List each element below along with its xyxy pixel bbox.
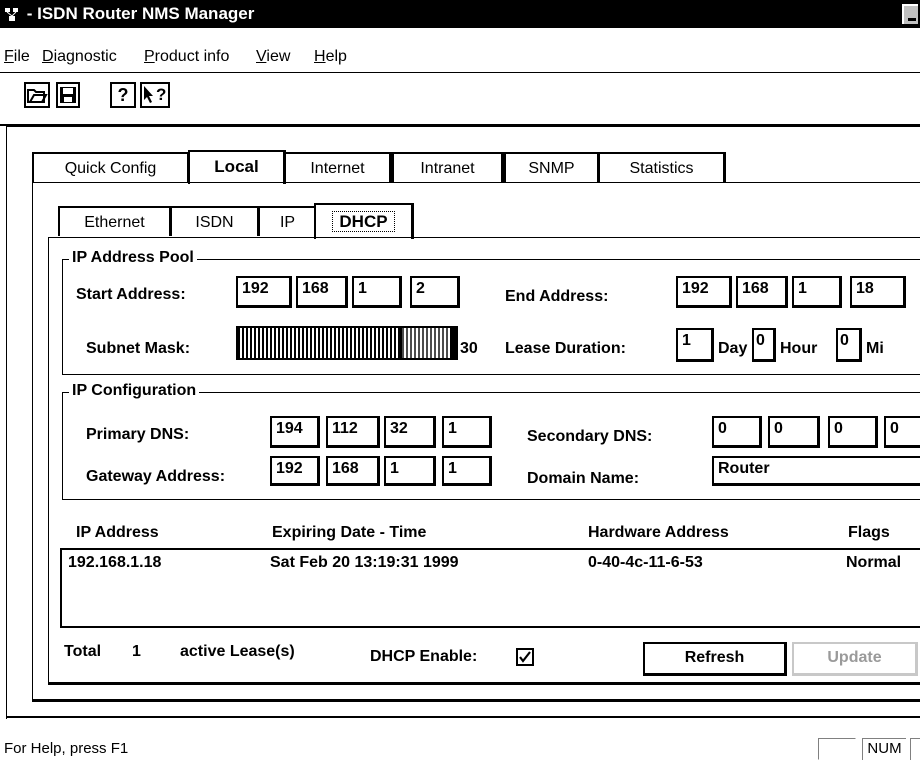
save-icon[interactable]: [56, 82, 80, 108]
cell-ip-address: 192.168.1.18: [68, 554, 162, 571]
ip-config-title: IP Configuration: [69, 382, 200, 400]
header-flags: Flags: [848, 524, 890, 541]
cell-hardware-address: 0-40-4c-11-6-53: [588, 554, 703, 571]
primary-dns-octet-3[interactable]: 32: [384, 416, 436, 448]
tab-ethernet[interactable]: Ethernet: [58, 206, 172, 236]
header-expiring-date: Expiring Date - Time: [272, 524, 427, 541]
checkmark-icon: [519, 651, 531, 663]
start-address-label: Start Address:: [76, 286, 186, 303]
app-icon: [5, 8, 18, 21]
gateway-octet-1[interactable]: 192: [270, 456, 320, 486]
primary-dns-label: Primary DNS:: [86, 426, 190, 443]
secondary-dns-octet-2[interactable]: 0: [768, 416, 820, 448]
menu-bar: File Diagnostic Product info View Help: [0, 28, 920, 73]
start-address-octet-4[interactable]: 2: [410, 276, 460, 308]
frame-bottom-line: [6, 716, 920, 718]
tab-quick-config[interactable]: Quick Config: [32, 152, 190, 182]
menu-file[interactable]: File: [4, 48, 30, 66]
tab-snmp[interactable]: SNMP: [504, 152, 600, 182]
help-icon[interactable]: ?: [110, 82, 136, 108]
min-label: Mi: [866, 340, 884, 357]
cell-flags: Normal: [846, 554, 902, 571]
menu-product-info[interactable]: Product info: [144, 48, 229, 66]
lease-min-field[interactable]: 0: [836, 328, 862, 362]
primary-dns-octet-4[interactable]: 1: [442, 416, 492, 448]
table-row[interactable]: 192.168.1.18 Sat Feb 20 13:19:31 1999 0-…: [62, 550, 920, 576]
minimize-button[interactable]: [902, 4, 918, 24]
total-label: Total: [64, 643, 102, 660]
total-count: 1: [132, 643, 141, 660]
lease-duration-label: Lease Duration:: [505, 340, 626, 357]
primary-dns-octet-2[interactable]: 112: [326, 416, 380, 448]
start-address-octet-3[interactable]: 1: [352, 276, 402, 308]
hour-label: Hour: [780, 340, 818, 357]
lease-list[interactable]: 192.168.1.18 Sat Feb 20 13:19:31 1999 0-…: [60, 548, 920, 628]
start-address-octet-2[interactable]: 168: [296, 276, 348, 308]
open-icon[interactable]: [24, 82, 50, 108]
menu-diagnostic[interactable]: Diagnostic: [42, 48, 117, 66]
title-bar: - ISDN Router NMS Manager: [0, 0, 920, 28]
tab-dhcp[interactable]: DHCP: [314, 203, 414, 239]
tab-local[interactable]: Local: [188, 150, 286, 184]
gateway-address-label: Gateway Address:: [86, 468, 226, 485]
menu-view[interactable]: View: [256, 48, 290, 66]
menu-help[interactable]: Help: [314, 48, 347, 66]
gateway-octet-4[interactable]: 1: [442, 456, 492, 486]
domain-name-label: Domain Name:: [527, 470, 640, 487]
lease-day-field[interactable]: 1: [676, 328, 714, 362]
start-address-octet-1[interactable]: 192: [236, 276, 292, 308]
tab-ip[interactable]: IP: [258, 206, 318, 236]
secondary-dns-octet-4[interactable]: 0: [884, 416, 920, 448]
window-title: - ISDN Router NMS Manager: [22, 4, 255, 23]
tab-intranet[interactable]: Intranet: [392, 152, 504, 182]
secondary-dns-octet-1[interactable]: 0: [712, 416, 762, 448]
end-address-label: End Address:: [505, 288, 609, 305]
status-bar: For Help, press F1 NUM: [0, 734, 920, 763]
context-help-icon[interactable]: ?: [140, 82, 170, 108]
gateway-octet-2[interactable]: 168: [326, 456, 380, 486]
header-ip-address: IP Address: [76, 524, 159, 541]
end-address-octet-4[interactable]: 18: [850, 276, 906, 308]
end-address-octet-3[interactable]: 1: [792, 276, 842, 308]
ip-pool-title: IP Address Pool: [69, 249, 197, 267]
subnet-mask-label: Subnet Mask:: [86, 340, 191, 357]
active-leases-label: active Lease(s): [180, 643, 295, 660]
lease-hour-field[interactable]: 0: [752, 328, 776, 362]
day-label: Day: [718, 340, 748, 357]
tab-isdn[interactable]: ISDN: [170, 206, 260, 236]
tab-dhcp-label: DHCP: [332, 211, 395, 232]
cell-expiring-date: Sat Feb 20 13:19:31 1999: [270, 554, 459, 571]
status-caps-pane: [818, 738, 856, 760]
secondary-dns-octet-3[interactable]: 0: [828, 416, 878, 448]
subnet-mask-slider[interactable]: [236, 326, 458, 360]
tab-internet[interactable]: Internet: [284, 152, 392, 182]
end-address-octet-1[interactable]: 192: [676, 276, 732, 308]
dhcp-enable-checkbox[interactable]: [516, 648, 534, 666]
domain-name-field[interactable]: Router: [712, 456, 920, 486]
end-address-octet-2[interactable]: 168: [736, 276, 788, 308]
refresh-button[interactable]: Refresh: [643, 642, 787, 676]
header-hardware-address: Hardware Address: [588, 524, 729, 541]
status-scroll-pane: [910, 738, 920, 760]
secondary-dns-label: Secondary DNS:: [527, 428, 653, 445]
gateway-octet-3[interactable]: 1: [384, 456, 436, 486]
update-button[interactable]: Update: [792, 642, 918, 676]
status-num-pane: NUM: [862, 738, 906, 760]
subnet-mask-value: 30: [460, 340, 478, 357]
toolbar: ? ?: [0, 72, 920, 126]
tab-statistics[interactable]: Statistics: [598, 152, 726, 182]
status-help-text: For Help, press F1: [4, 740, 129, 757]
primary-dns-octet-1[interactable]: 194: [270, 416, 320, 448]
dhcp-enable-label: DHCP Enable:: [370, 648, 478, 665]
